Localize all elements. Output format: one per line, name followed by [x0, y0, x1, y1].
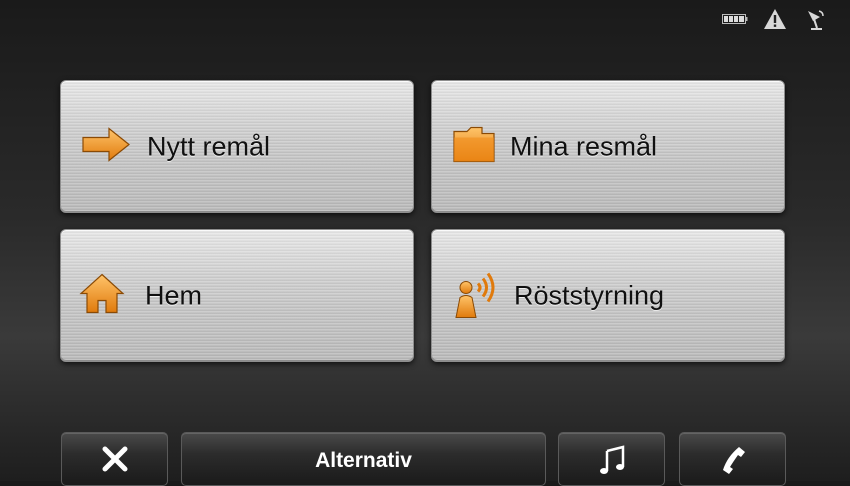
voice-control-icon: [452, 267, 500, 324]
music-button[interactable]: [558, 432, 665, 486]
home-icon: [79, 272, 125, 319]
arrow-right-icon: [81, 126, 131, 167]
tile-label: Mina resmål: [510, 131, 658, 161]
close-icon: [102, 446, 127, 472]
phone-button[interactable]: [679, 432, 786, 486]
phone-icon: [722, 447, 745, 474]
tile-label: Röststyrning: [514, 280, 665, 310]
battery-icon: [722, 8, 748, 30]
gps-satellite-icon: [802, 8, 828, 30]
my-destinations-button[interactable]: Mina resmål: [431, 80, 785, 213]
new-destination-button[interactable]: Nytt remål: [60, 80, 414, 213]
home-button[interactable]: Hem: [60, 229, 414, 362]
music-note-icon: [599, 445, 624, 474]
options-button[interactable]: Alternativ: [181, 432, 546, 486]
status-bar: [722, 8, 828, 30]
warning-icon: [762, 8, 788, 30]
folder-icon: [452, 125, 496, 168]
tile-label: Hem: [145, 280, 203, 310]
options-button-label: Alternativ: [315, 449, 412, 472]
close-button[interactable]: [61, 432, 168, 486]
voice-control-button[interactable]: Röststyrning: [431, 229, 785, 362]
tile-label: Nytt remål: [147, 131, 271, 161]
